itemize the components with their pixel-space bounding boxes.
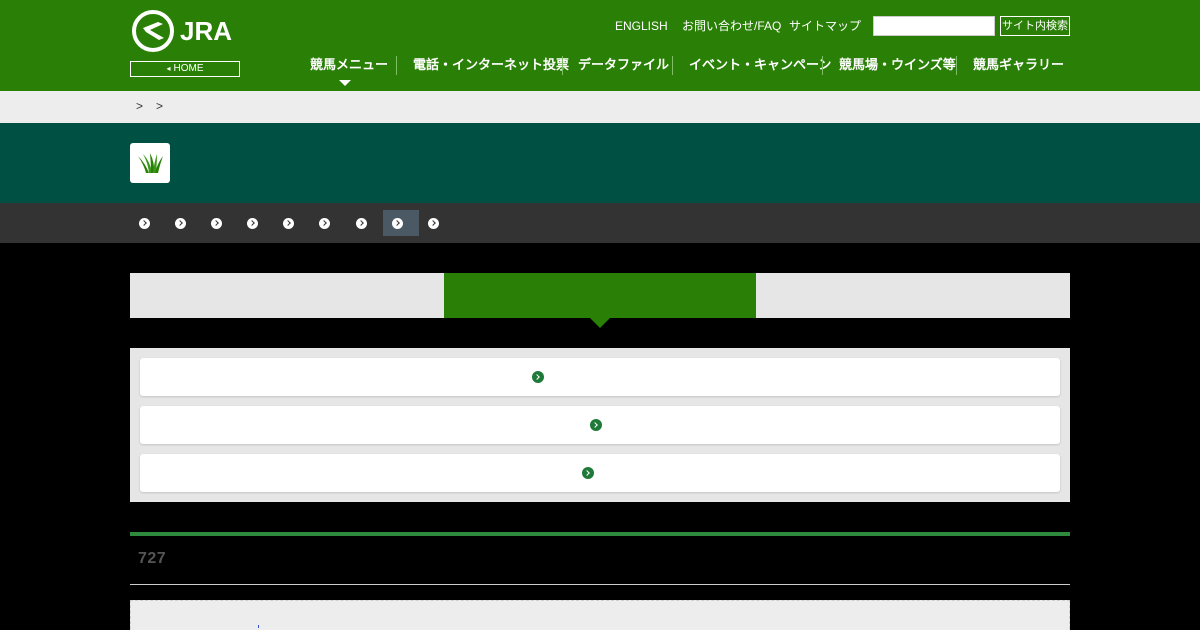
tab-active-caret-icon bbox=[590, 318, 610, 328]
gnav-divider bbox=[396, 56, 397, 75]
gnav-phone-internet-vote[interactable]: 電話・インターネット投票 bbox=[413, 57, 569, 73]
chevron-right-icon bbox=[582, 467, 594, 479]
subnav-item-7[interactable] bbox=[343, 210, 379, 236]
site-search-input[interactable] bbox=[873, 16, 995, 36]
gnav-racecourses-wins[interactable]: 競馬場・ウインズ等 bbox=[839, 57, 956, 73]
content-box bbox=[130, 600, 1070, 630]
chevron-right-icon bbox=[392, 218, 403, 229]
subnav-item-3[interactable] bbox=[198, 210, 234, 236]
tab-active[interactable] bbox=[444, 273, 756, 318]
link-sitemap[interactable]: サイトマップ bbox=[789, 18, 861, 34]
section-rule bbox=[130, 584, 1070, 585]
gnav-data-file[interactable]: データファイル bbox=[578, 57, 669, 73]
page-title-band bbox=[0, 123, 1200, 203]
section-number: 727 bbox=[138, 550, 167, 567]
gnav-events-campaigns[interactable]: イベント・キャンペーン bbox=[689, 57, 831, 73]
subnav-item-5[interactable] bbox=[270, 210, 306, 236]
chevron-right-icon bbox=[590, 419, 602, 431]
link-row[interactable] bbox=[140, 358, 1060, 396]
section-divider bbox=[130, 532, 1070, 536]
jra-logo[interactable]: JRA bbox=[130, 8, 242, 54]
site-search-button[interactable]: サイト内検索 bbox=[1000, 16, 1070, 36]
text-cursor bbox=[258, 625, 259, 628]
turf-icon bbox=[130, 143, 170, 183]
sub-nav bbox=[0, 203, 1200, 243]
link-contact-faq[interactable]: お問い合わせ/FAQ bbox=[682, 18, 781, 34]
subnav-item-8-active[interactable] bbox=[383, 210, 419, 236]
breadcrumb-separator: > bbox=[136, 99, 144, 113]
chevron-right-icon bbox=[319, 218, 330, 229]
caret-down-icon bbox=[339, 80, 351, 86]
chevron-right-icon bbox=[139, 218, 150, 229]
tab-left[interactable] bbox=[130, 273, 444, 318]
chevron-left-icon: ◂ bbox=[166, 64, 171, 73]
breadcrumb-separator: > bbox=[156, 99, 164, 113]
gnav-divider bbox=[956, 56, 957, 75]
home-label: HOME bbox=[173, 63, 204, 74]
logo-text: JRA bbox=[180, 16, 232, 46]
subnav-item-4[interactable] bbox=[234, 210, 270, 236]
chevron-right-icon bbox=[175, 218, 186, 229]
link-english[interactable]: ENGLISH bbox=[615, 18, 668, 34]
home-button[interactable]: ◂ HOME bbox=[130, 61, 240, 77]
subnav-item-1[interactable] bbox=[126, 210, 162, 236]
subnav-item-9[interactable] bbox=[415, 210, 451, 236]
chevron-right-icon bbox=[283, 218, 294, 229]
link-row[interactable] bbox=[140, 454, 1060, 492]
tab-right[interactable] bbox=[756, 273, 1070, 318]
gnav-keiba-menu[interactable]: 競馬メニュー bbox=[310, 57, 388, 73]
gnav-divider bbox=[822, 56, 823, 75]
site-header: JRA ◂ HOME ENGLISH お問い合わせ/FAQ サイトマップ サイト内… bbox=[0, 0, 1200, 91]
gnav-gallery[interactable]: 競馬ギャラリー bbox=[973, 57, 1064, 73]
link-row[interactable] bbox=[140, 406, 1060, 444]
subnav-item-6[interactable] bbox=[306, 210, 342, 236]
chevron-right-icon bbox=[356, 218, 367, 229]
chevron-right-icon bbox=[428, 218, 439, 229]
gnav-divider bbox=[562, 56, 563, 75]
subnav-item-2[interactable] bbox=[162, 210, 198, 236]
chevron-right-icon bbox=[211, 218, 222, 229]
gnav-divider bbox=[672, 56, 673, 75]
breadcrumb: > > bbox=[0, 91, 1200, 123]
chevron-right-icon bbox=[532, 371, 544, 383]
chevron-right-icon bbox=[247, 218, 258, 229]
